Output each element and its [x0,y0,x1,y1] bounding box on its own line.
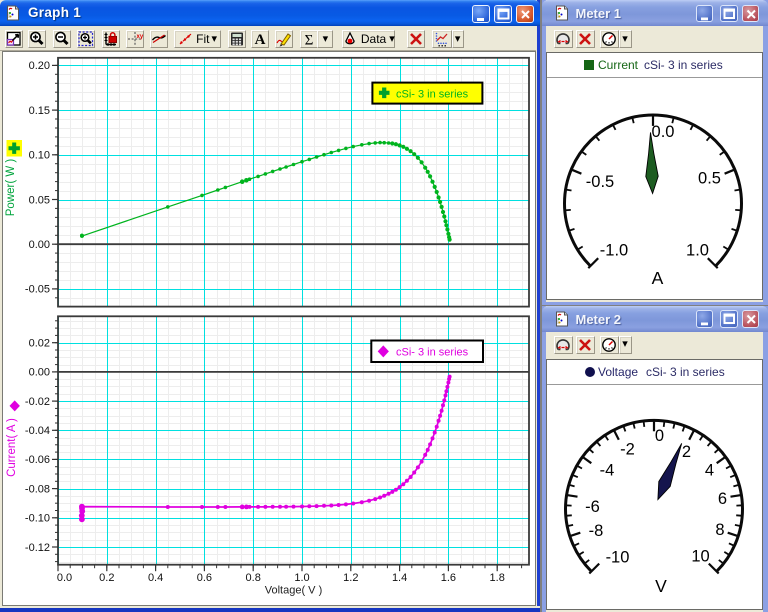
svg-text:-0.5: -0.5 [586,173,614,191]
svg-text:cSi- 3 in series: cSi- 3 in series [396,346,469,358]
svg-text:-0.02: -0.02 [25,396,50,408]
svg-text:-0.12: -0.12 [25,542,50,554]
svg-text:-0.10: -0.10 [25,513,50,525]
svg-text:0.0: 0.0 [652,123,675,141]
svg-text:A: A [652,268,664,288]
svg-text:xy: xy [137,34,144,40]
svg-text:V: V [655,576,667,596]
svg-text:0.20: 0.20 [29,60,50,72]
svg-text:0.8: 0.8 [246,572,261,584]
svg-text:1.0: 1.0 [294,572,309,584]
svg-text:0.2: 0.2 [99,572,114,584]
svg-text:-0.05: -0.05 [25,284,50,296]
svg-text:-1.0: -1.0 [600,242,628,260]
svg-text:Σ: Σ [304,33,313,48]
svg-text:0.0: 0.0 [57,572,72,584]
svg-text:cSi- 3 in series: cSi- 3 in series [396,88,469,100]
svg-text:A: A [254,32,265,47]
svg-text:6: 6 [718,490,727,508]
svg-text:1.8: 1.8 [490,572,505,584]
svg-text:10: 10 [691,548,709,566]
svg-text:0.02: 0.02 [29,338,50,350]
svg-text:-6: -6 [585,498,600,516]
svg-text:4: 4 [705,462,714,480]
svg-text:0.4: 0.4 [148,572,163,584]
svg-text:-0.06: -0.06 [25,454,50,466]
svg-text:8: 8 [715,521,724,539]
svg-text:0.00: 0.00 [29,367,50,379]
svg-text:1.2: 1.2 [343,572,358,584]
svg-text:0.6: 0.6 [197,572,212,584]
svg-text:0.5: 0.5 [698,170,721,188]
svg-text:0.05: 0.05 [29,194,50,206]
svg-text:2: 2 [682,443,691,461]
svg-text:-4: -4 [600,462,615,480]
svg-text:-10: -10 [606,549,630,567]
svg-text:-0.04: -0.04 [25,425,50,437]
svg-text:Voltage( V ): Voltage( V ) [265,585,322,597]
svg-text:0.00: 0.00 [29,239,50,251]
svg-text:-8: -8 [589,522,604,540]
svg-text:-2: -2 [620,441,635,459]
svg-text:1.0: 1.0 [686,242,709,260]
svg-text:0.10: 0.10 [29,150,50,162]
svg-text:-0.08: -0.08 [25,483,50,495]
svg-text:0: 0 [655,427,664,445]
svg-text:Power( W ): Power( W ) [5,159,17,217]
svg-text:0.15: 0.15 [29,105,50,117]
svg-text:Current( A ): Current( A ) [6,418,18,477]
svg-text:1.4: 1.4 [392,572,407,584]
svg-text:1.6: 1.6 [441,572,456,584]
